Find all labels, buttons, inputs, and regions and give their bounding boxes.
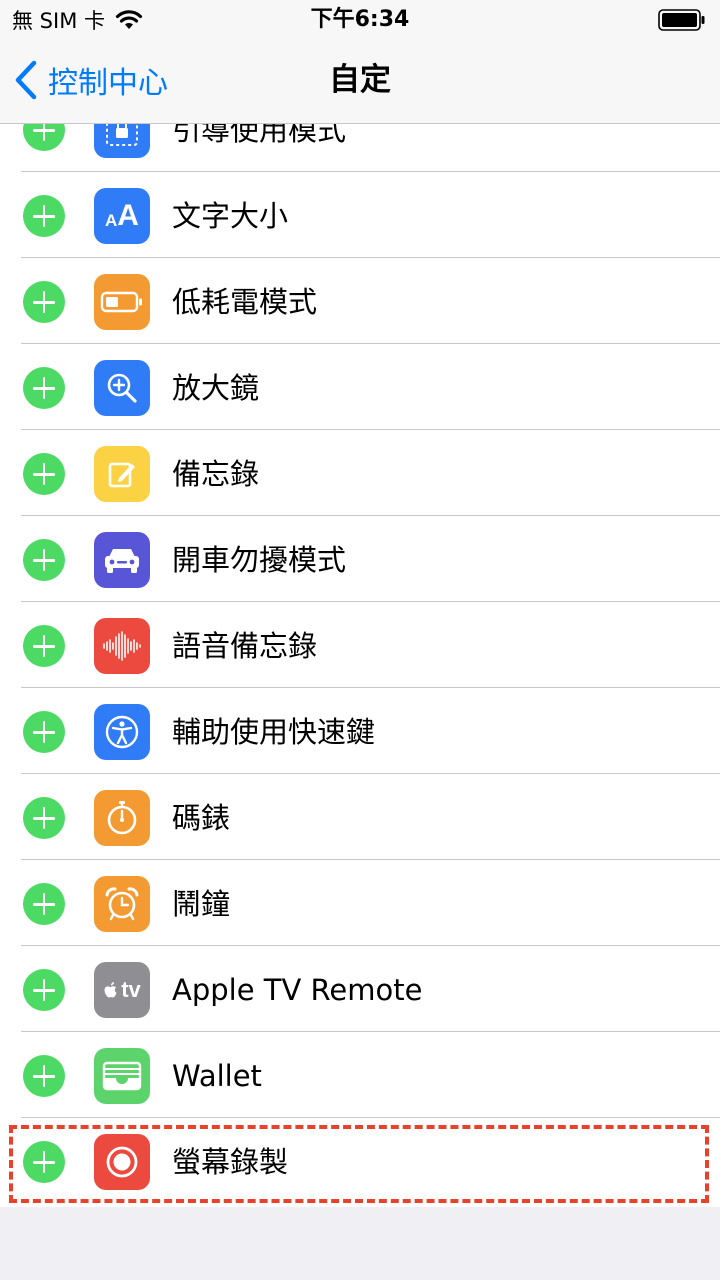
list-item-label: 鬧鐘 bbox=[172, 887, 231, 921]
page-title: 自定 bbox=[329, 62, 391, 98]
list-item-label: 碼錶 bbox=[172, 801, 231, 835]
screen-record-icon bbox=[94, 1134, 150, 1190]
list-item-do-not-disturb-driving: 開車勿擾模式 bbox=[0, 516, 720, 602]
voice-memo-waveform-icon bbox=[94, 618, 150, 674]
list-item-label: 螢幕錄製 bbox=[172, 1145, 289, 1179]
list-item-label: 低耗電模式 bbox=[172, 285, 318, 319]
list-item-notes: 備忘錄 bbox=[0, 430, 720, 516]
list-item-stopwatch: 碼錶 bbox=[0, 774, 720, 860]
add-button[interactable] bbox=[23, 453, 65, 495]
add-button[interactable] bbox=[23, 367, 65, 409]
low-power-battery-icon bbox=[94, 274, 150, 330]
list-item-accessibility-shortcuts: 輔助使用快速鍵 bbox=[0, 688, 720, 774]
list-item-label: 輔助使用快速鍵 bbox=[172, 715, 376, 749]
apple-tv-icon: tv bbox=[94, 962, 150, 1018]
guided-access-icon bbox=[94, 124, 150, 158]
list-item-label: 引導使用模式 bbox=[172, 124, 347, 147]
car-icon bbox=[94, 532, 150, 588]
add-button[interactable] bbox=[23, 711, 65, 753]
add-button[interactable] bbox=[23, 1055, 65, 1097]
add-button[interactable] bbox=[23, 539, 65, 581]
list-item-label: 語音備忘錄 bbox=[172, 629, 318, 663]
list-item-text-size: AA 文字大小 bbox=[0, 172, 720, 258]
status-time: 下午6:34 bbox=[310, 7, 410, 32]
list-item-label: Apple TV Remote bbox=[172, 973, 423, 1007]
add-button[interactable] bbox=[23, 124, 65, 151]
accessibility-icon bbox=[94, 704, 150, 760]
list-item-magnifier: 放大鏡 bbox=[0, 344, 720, 430]
notes-icon bbox=[94, 446, 150, 502]
list-item-label: 放大鏡 bbox=[172, 371, 260, 405]
add-button[interactable] bbox=[23, 883, 65, 925]
alarm-clock-icon bbox=[94, 876, 150, 932]
list-item-label: 文字大小 bbox=[172, 199, 289, 233]
magnifier-icon bbox=[94, 360, 150, 416]
add-button[interactable] bbox=[23, 281, 65, 323]
status-bar: 無 SIM 卡 下午6:34 bbox=[0, 0, 720, 40]
add-button[interactable] bbox=[23, 195, 65, 237]
list-item-low-power-mode: 低耗電模式 bbox=[0, 258, 720, 344]
text-size-icon: AA bbox=[94, 188, 150, 244]
list-item-label: 備忘錄 bbox=[172, 457, 260, 491]
stopwatch-icon bbox=[94, 790, 150, 846]
more-controls-list: 引導使用模式 AA 文字大小 低耗電模式 放大鏡 備忘錄 開車勿擾模式 語音備忘… bbox=[0, 124, 720, 1207]
list-item-alarm: 鬧鐘 bbox=[0, 860, 720, 946]
list-item-voice-memos: 語音備忘錄 bbox=[0, 602, 720, 688]
list-item-wallet: Wallet bbox=[0, 1032, 720, 1118]
add-button[interactable] bbox=[23, 969, 65, 1011]
list-item-guided-access: 引導使用模式 bbox=[0, 124, 720, 172]
apple-logo-icon bbox=[104, 982, 117, 998]
list-item-label: Wallet bbox=[172, 1059, 262, 1093]
battery-icon bbox=[658, 9, 705, 31]
add-button[interactable] bbox=[23, 625, 65, 667]
navigation-bar: 控制中心 自定 bbox=[0, 40, 720, 124]
add-button[interactable] bbox=[23, 797, 65, 839]
add-button[interactable] bbox=[23, 1141, 65, 1183]
list-item-apple-tv-remote: tv Apple TV Remote bbox=[0, 946, 720, 1032]
wallet-icon bbox=[94, 1048, 150, 1104]
list-item-label: 開車勿擾模式 bbox=[172, 543, 347, 577]
list-item-screen-recording: 螢幕錄製 bbox=[0, 1118, 720, 1204]
